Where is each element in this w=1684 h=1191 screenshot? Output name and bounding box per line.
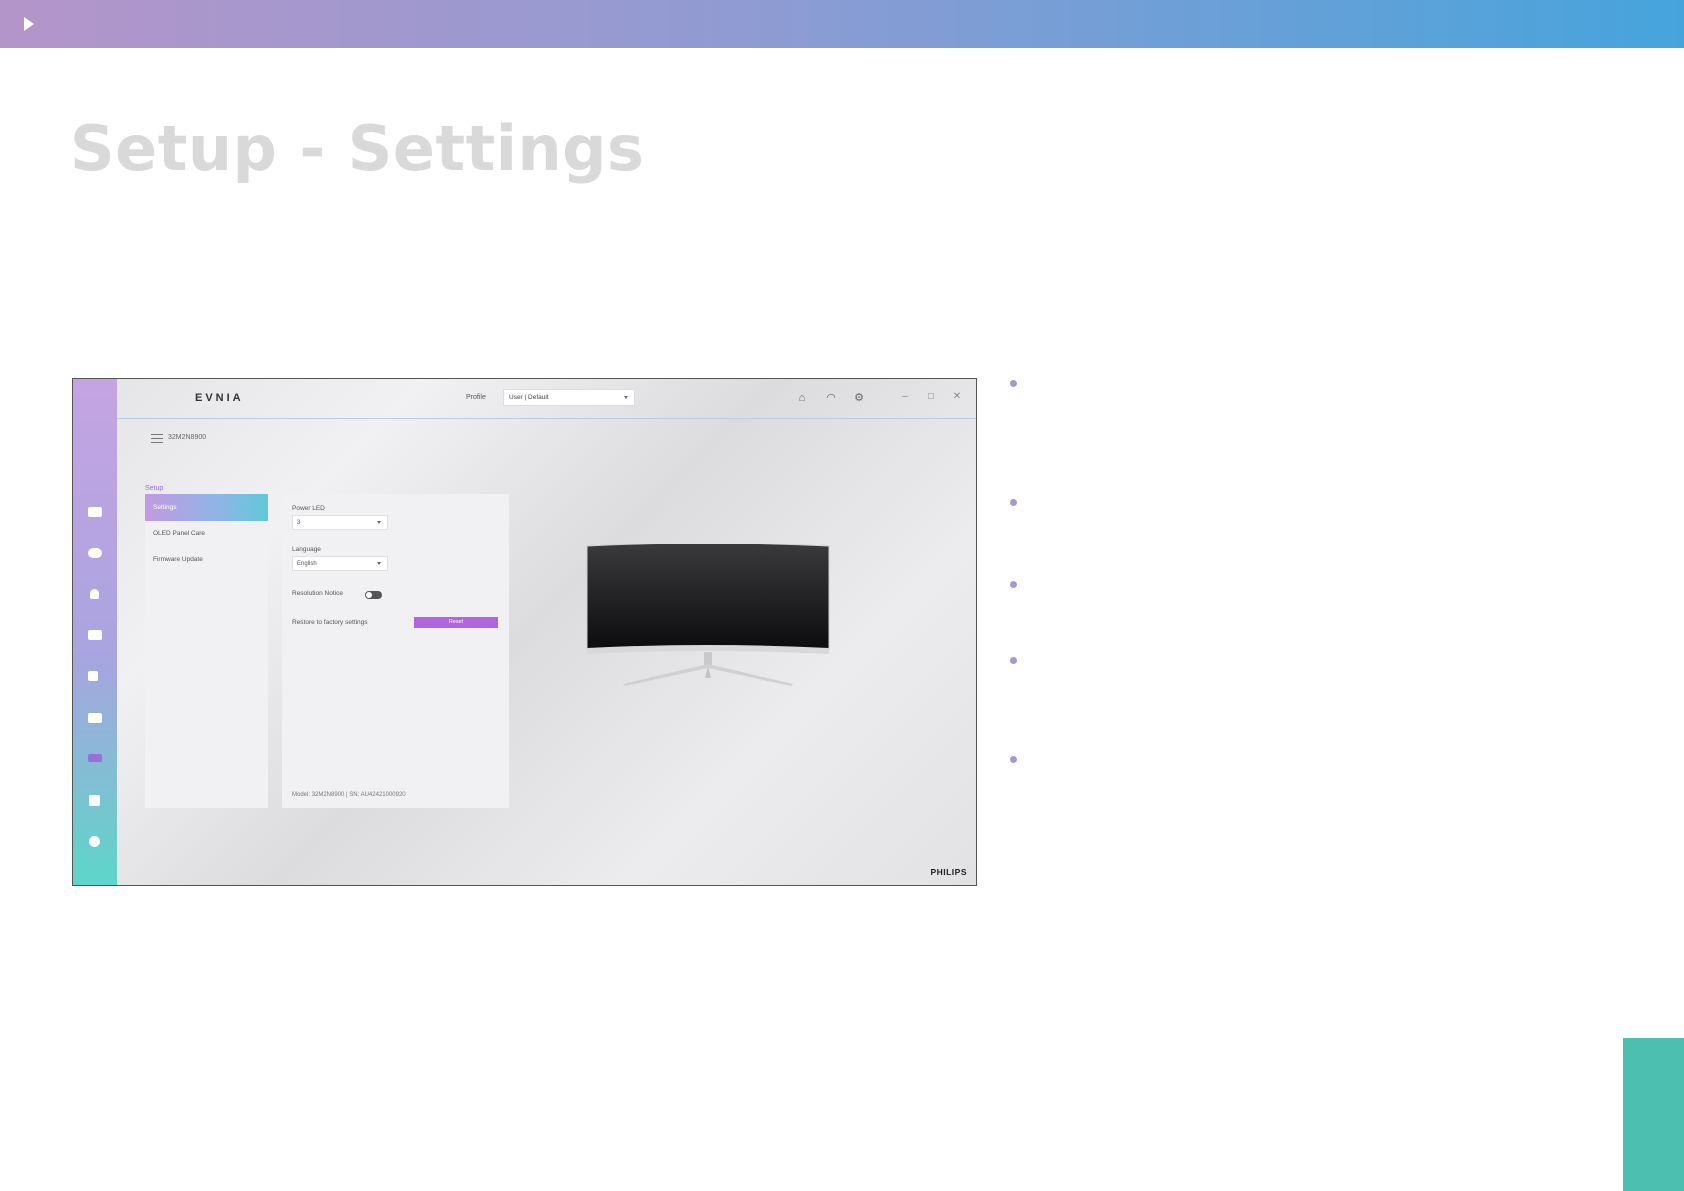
slide: Setup - Settings EVNIA Profile User | De… [0, 0, 1684, 1191]
model-serial: Model: 32M2N8900 | SN: AU42421000920 [292, 792, 406, 798]
submenu-item-settings[interactable]: Settings [145, 494, 268, 521]
chevron-down-icon [624, 396, 628, 399]
monitor-settings-icon[interactable] [88, 713, 102, 725]
chevron-down-icon [377, 562, 381, 565]
philips-logo: PHILIPS [930, 867, 967, 877]
language-select[interactable]: English [292, 556, 388, 571]
bullet-dot-icon [1010, 499, 1017, 506]
gauge-icon[interactable]: ◠ [825, 392, 837, 404]
settings-panel: Power LED 3 Language English Resolution … [282, 494, 509, 808]
play-icon[interactable] [24, 17, 34, 31]
setup-submenu: Settings OLED Panel Care Firmware Update [145, 494, 268, 808]
bullet-dot-icon [1010, 581, 1017, 588]
monitor-image [586, 544, 830, 686]
brand-logo: EVNIA [195, 392, 244, 404]
submenu-item-firmware-update[interactable]: Firmware Update [145, 546, 268, 573]
gamepad-icon[interactable] [88, 548, 102, 560]
resolution-notice-label: Resolution Notice [292, 590, 343, 597]
title-bar: EVNIA Profile User | Default ⌂ ◠ ⚙ – □ ✕ [117, 379, 976, 419]
display-icon[interactable] [88, 507, 102, 519]
close-icon[interactable]: ✕ [951, 391, 963, 403]
bullet-dot-icon [1010, 380, 1017, 387]
restore-label: Restore to factory settings [292, 619, 368, 626]
refresh-icon[interactable] [88, 836, 102, 848]
menu-icon[interactable] [151, 434, 163, 443]
bulb-icon[interactable] [88, 589, 102, 601]
picture-icon[interactable] [88, 630, 102, 642]
home-icon[interactable]: ⌂ [796, 392, 808, 404]
speaker-icon[interactable] [88, 671, 102, 683]
device-name: 32M2N8900 [168, 434, 207, 441]
slide-title: Setup - Settings [70, 112, 645, 185]
reset-button[interactable]: Reset [414, 617, 498, 628]
language-label: Language [292, 546, 321, 553]
power-led-select[interactable]: 3 [292, 515, 388, 530]
chevron-down-icon [377, 521, 381, 524]
resolution-notice-toggle[interactable] [365, 591, 382, 599]
profile-value: User | Default [509, 394, 549, 401]
sliders-icon[interactable] [88, 754, 102, 766]
language-value: English [297, 561, 317, 567]
gear-icon[interactable]: ⚙ [853, 392, 865, 404]
section-label: Setup [145, 485, 164, 492]
bullet-dot-icon [1010, 756, 1017, 763]
minimize-icon[interactable]: – [899, 391, 911, 403]
corner-accent [1623, 1038, 1684, 1191]
power-led-label: Power LED [292, 505, 325, 512]
side-rail [73, 379, 117, 885]
submenu-item-oled-panel-care[interactable]: OLED Panel Care [145, 520, 268, 547]
top-banner [0, 0, 1684, 48]
app-window: EVNIA Profile User | Default ⌂ ◠ ⚙ – □ ✕… [72, 378, 977, 886]
bullet-dot-icon [1010, 657, 1017, 664]
bullet-list [1010, 380, 1020, 780]
grid-icon[interactable] [88, 795, 102, 807]
maximize-icon[interactable]: □ [925, 391, 937, 403]
power-led-value: 3 [297, 520, 301, 526]
profile-select[interactable]: User | Default [503, 389, 635, 406]
profile-label: Profile [466, 394, 486, 401]
